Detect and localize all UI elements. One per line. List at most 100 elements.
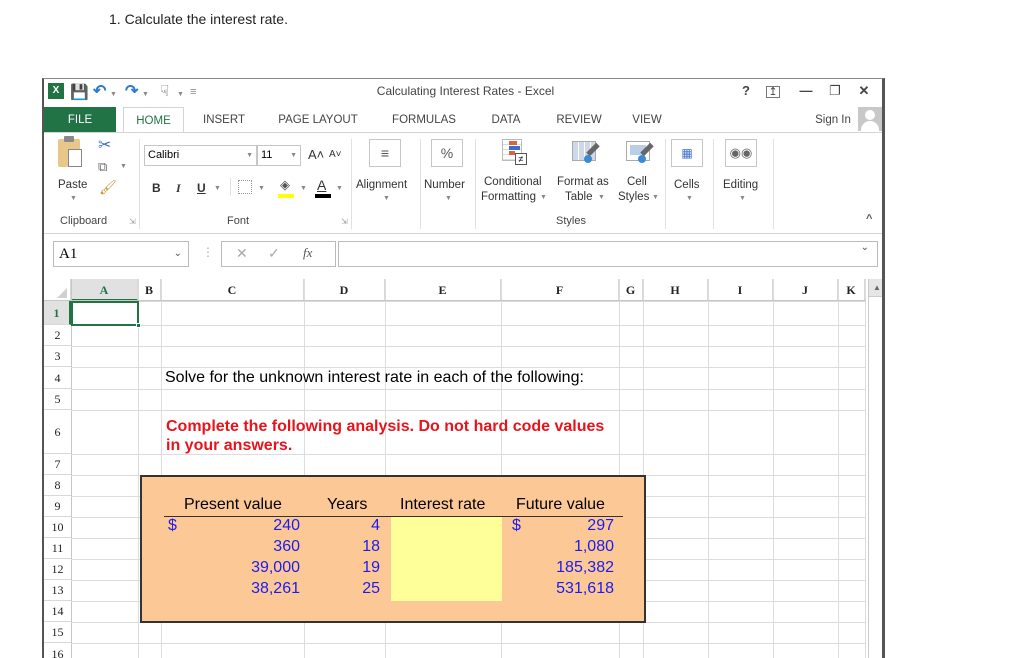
interest-rate-cell[interactable] [391,559,502,580]
tab-home[interactable]: HOME [123,107,184,134]
find-binoculars-icon[interactable]: ◉◉ [725,139,757,167]
row-header-7[interactable]: 7 [44,454,71,475]
cells-icon[interactable]: ▦ [671,139,703,167]
row-header-9[interactable]: 9 [44,496,71,517]
row-header-6[interactable]: 6 [44,410,71,454]
italic-button[interactable]: I [176,181,181,196]
font-name-combo[interactable]: Calibri ▼ [144,145,257,166]
close-icon[interactable]: ✕ [854,83,874,99]
column-header-e[interactable]: E [385,279,501,301]
column-header-i[interactable]: I [708,279,773,301]
font-launcher-icon[interactable]: ⇲ [341,217,348,226]
copy-icon[interactable]: ⧉ [98,159,107,175]
paste-dropdown-icon[interactable]: ▼ [70,195,77,202]
bold-button[interactable]: B [152,181,161,195]
interest-rate-cell[interactable] [391,580,502,601]
conditional-formatting-dropdown-icon[interactable]: ▼ [540,194,547,201]
format-painter-icon[interactable]: 🖌 [99,179,117,196]
select-all-button[interactable] [44,279,71,301]
row-header-8[interactable]: 8 [44,475,71,496]
column-header-c[interactable]: C [161,279,304,301]
conditional-formatting-label-1[interactable]: Conditional [484,176,542,188]
column-header-k[interactable]: K [838,279,865,301]
font-size-combo[interactable]: 11 ▼ [257,145,301,166]
fill-color-dropdown-icon[interactable]: ▼ [300,185,307,192]
row-header-15[interactable]: 15 [44,622,71,643]
font-color-icon[interactable]: A [317,177,326,193]
row-header-5[interactable]: 5 [44,389,71,410]
number-dropdown-icon[interactable]: ▼ [445,195,452,202]
selected-cell-a1[interactable] [71,301,139,326]
row-header-3[interactable]: 3 [44,346,71,367]
ribbon-display-options-icon[interactable]: ↥ [766,86,780,98]
cells-button[interactable]: Cells [674,179,700,191]
conditional-formatting-icon[interactable]: ≠ [502,139,528,165]
column-header-h[interactable]: H [643,279,708,301]
tab-review[interactable]: REVIEW [549,107,609,133]
grow-font-button[interactable]: A˄ [308,147,324,162]
conditional-formatting-label-2[interactable]: Formatting [481,191,536,203]
row-header-11[interactable]: 11 [44,538,71,559]
sign-in-link[interactable]: Sign In [808,107,858,133]
row-header-2[interactable]: 2 [44,325,71,346]
scroll-up-icon[interactable]: ▲ [869,279,882,297]
formula-input[interactable]: ⌄ [338,241,878,267]
row-header-16[interactable]: 16 [44,643,71,658]
row-header-10[interactable]: 10 [44,517,71,538]
help-icon[interactable]: ? [736,83,756,98]
row-header-1[interactable]: 1 [44,301,71,325]
enter-icon[interactable]: ✓ [268,245,280,262]
cancel-icon[interactable]: ✕ [236,245,248,262]
tab-insert[interactable]: INSERT [194,107,254,133]
column-header-g[interactable]: G [619,279,643,301]
column-header-d[interactable]: D [304,279,385,301]
user-avatar[interactable] [858,107,882,131]
restore-icon[interactable]: ❐ [825,83,845,99]
underline-button[interactable]: U [197,181,206,195]
cells-dropdown-icon[interactable]: ▼ [686,195,693,202]
fill-handle[interactable] [136,323,141,328]
format-as-table-dropdown-icon[interactable]: ▼ [598,194,605,201]
interest-rate-cell[interactable] [391,517,502,538]
cell-styles-dropdown-icon[interactable]: ▼ [652,194,659,201]
column-header-b[interactable]: B [138,279,161,301]
underline-dropdown-icon[interactable]: ▼ [214,185,221,192]
alignment-icon[interactable]: ≡ [369,139,401,167]
cell-styles-label-1[interactable]: Cell [627,176,647,188]
insert-function-icon[interactable]: fx [303,245,312,261]
alignment-button[interactable]: Alignment [356,179,407,191]
column-header-f[interactable]: F [501,279,619,301]
collapse-ribbon-icon[interactable]: ^ [866,213,872,225]
copy-dropdown-icon[interactable]: ▼ [120,163,127,170]
vertical-scrollbar[interactable]: ▲ [868,279,882,658]
format-as-table-label-2[interactable]: Table [565,191,593,203]
interest-rate-cell[interactable] [391,538,502,559]
paste-icon[interactable] [58,136,82,167]
row-header-12[interactable]: 12 [44,559,71,580]
number-icon[interactable]: % [431,139,463,167]
name-box[interactable]: A1 ⌄ [53,241,189,267]
expand-formula-bar-icon[interactable]: ⌄ [861,242,869,253]
editing-button[interactable]: Editing [723,179,758,191]
cell-styles-icon[interactable] [626,141,654,165]
borders-icon[interactable] [238,180,252,194]
tab-formulas[interactable]: FORMULAS [384,107,464,133]
row-header-14[interactable]: 14 [44,601,71,622]
editing-dropdown-icon[interactable]: ▼ [739,195,746,202]
cell-styles-label-2[interactable]: Styles [618,191,649,203]
borders-dropdown-icon[interactable]: ▼ [258,185,265,192]
format-as-table-icon[interactable] [572,141,600,165]
shrink-font-button[interactable]: A˅ [329,149,342,160]
paste-button[interactable]: Paste [58,179,87,191]
tab-file[interactable]: FILE [44,107,116,133]
name-box-dropdown-icon[interactable]: ⌄ [174,242,182,266]
clipboard-launcher-icon[interactable]: ⇲ [129,217,136,226]
tab-data[interactable]: DATA [484,107,528,133]
row-header-4[interactable]: 4 [44,367,71,389]
alignment-dropdown-icon[interactable]: ▼ [383,195,390,202]
row-header-13[interactable]: 13 [44,580,71,601]
cut-icon[interactable]: ✂ [98,135,111,155]
column-header-a[interactable]: A [71,279,138,301]
font-color-dropdown-icon[interactable]: ▼ [336,185,343,192]
worksheet-grid[interactable]: ABCDEFGHIJK 1 2 3 4 5 6 7 8 9 10 11 12 13 14 15 16 Solv… [44,279,882,658]
